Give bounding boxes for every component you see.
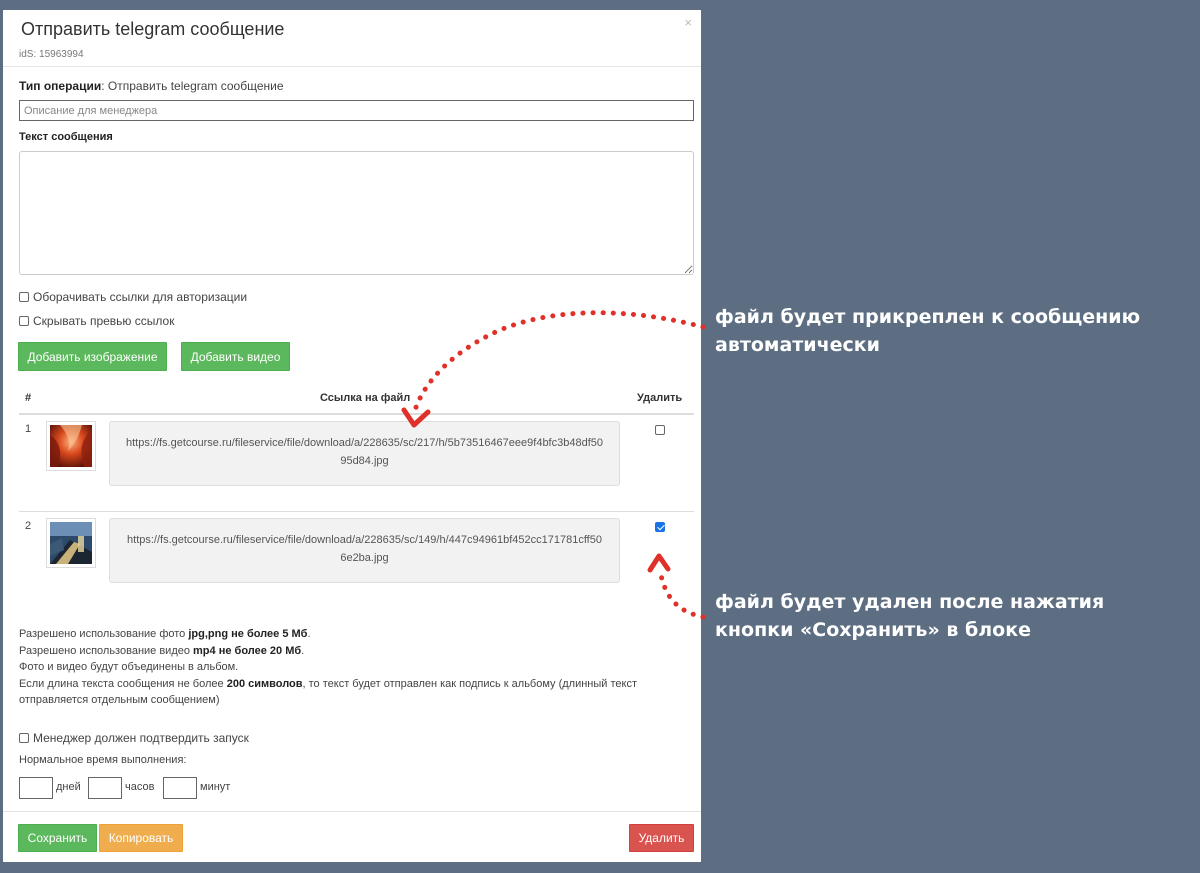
delete-arrow xyxy=(657,567,706,620)
attach-arrowhead xyxy=(401,407,431,428)
attach-arrow xyxy=(412,310,706,413)
delete-arrowhead xyxy=(647,553,671,573)
annotation-arrows xyxy=(401,310,706,620)
